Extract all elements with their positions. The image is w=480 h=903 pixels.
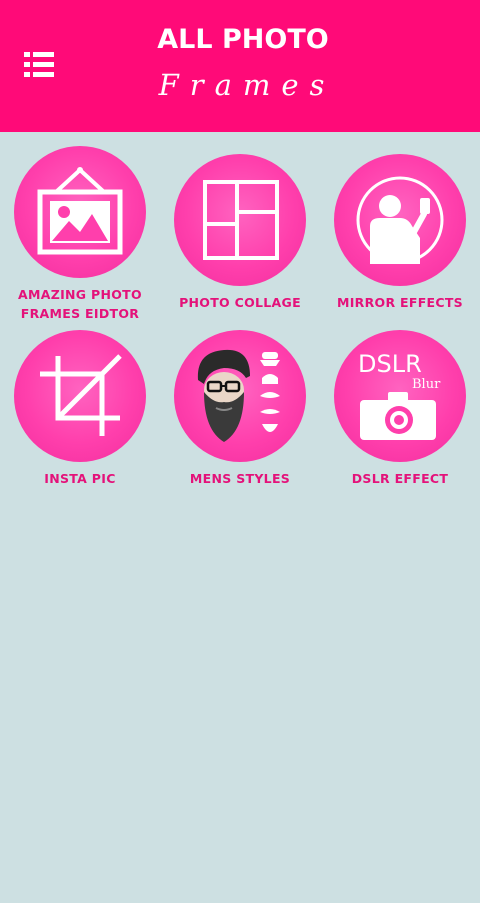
tile-photo-frames-circle: [14, 146, 146, 278]
tile-mirror-effects-circle: [334, 154, 466, 286]
app-header: ALL PHOTO Frames: [0, 0, 480, 132]
tile-mens-styles-label: MENS STYLES: [189, 471, 291, 486]
tile-mens-styles-circle: [174, 330, 306, 462]
app-title: ALL PHOTO: [157, 24, 329, 55]
tile-mirror-effects-label: MIRROR EFFECTS: [336, 295, 463, 310]
dslr-camera-icon: DSLR Blur: [358, 350, 441, 440]
tile-photo-collage[interactable]: PHOTO COLLAGE: [165, 154, 315, 312]
mirror-selfie-icon: [356, 176, 444, 264]
tile-insta-pic-label: INSTA PIC: [44, 471, 116, 486]
tile-photo-frames-label: AMAZING PHOTO FRAMES EIDTOR: [18, 287, 142, 321]
tile-dslr-effect-circle: DSLR Blur: [334, 330, 466, 462]
tile-photo-collage-circle: [174, 154, 306, 286]
app-subtitle: Frames: [158, 68, 336, 102]
dslr-icon-text: DSLR: [358, 350, 422, 378]
tile-photo-collage-label: PHOTO COLLAGE: [179, 295, 301, 310]
dslr-icon-subtext: Blur: [412, 377, 441, 392]
tile-dslr-effect-label: DSLR EFFECT: [351, 471, 449, 486]
tile-mens-styles[interactable]: MENS STYLES: [165, 330, 315, 488]
collage-grid-icon: [203, 180, 279, 260]
tile-dslr-effect[interactable]: DSLR Blur DSLR EFFECT: [325, 330, 475, 488]
tile-mirror-effects[interactable]: MIRROR EFFECTS: [325, 154, 475, 312]
crop-icon: [40, 354, 122, 436]
beard-man-icon: [197, 349, 280, 442]
photo-frame-icon: [37, 167, 123, 255]
tile-insta-pic[interactable]: INSTA PIC: [5, 330, 155, 488]
tile-photo-frames[interactable]: AMAZING PHOTO FRAMES EIDTOR: [5, 146, 155, 323]
tile-insta-pic-circle: [14, 330, 146, 462]
